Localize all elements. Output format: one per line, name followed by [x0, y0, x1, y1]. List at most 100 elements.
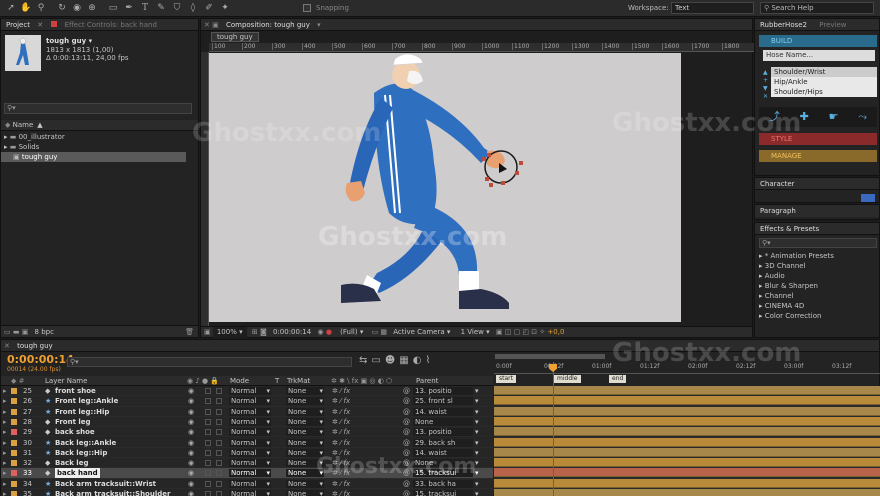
layer-duration-bar[interactable] — [494, 396, 880, 406]
lock-toggle[interactable] — [216, 460, 222, 467]
layer-duration-bar[interactable] — [494, 437, 880, 447]
trkmat-select[interactable]: None ▾ — [286, 428, 324, 437]
channel-icon[interactable]: ● — [326, 328, 334, 336]
visibility-eye-icon[interactable]: ◉ — [188, 396, 194, 406]
effects-category[interactable]: ▸ Channel — [759, 291, 877, 301]
layer-switches[interactable]: ✲ ⁄ fx — [332, 417, 350, 427]
camera-icon[interactable]: ◉ — [317, 328, 325, 336]
hand-build-icon[interactable]: ☛ — [829, 107, 839, 127]
parent-select[interactable]: 15. tracksui — [413, 490, 473, 496]
snapshot-icon[interactable]: ◙ — [260, 328, 269, 336]
solo-toggle[interactable] — [205, 429, 211, 436]
parent-select[interactable]: 29. back sh — [413, 438, 473, 447]
effects-category[interactable]: ▸ CINEMA 4D — [759, 301, 877, 311]
layer-name[interactable]: front shoe — [55, 386, 96, 396]
layer-duration-bar[interactable] — [494, 406, 880, 416]
layer-name[interactable]: Front leg::Ankle — [55, 396, 118, 406]
view-select[interactable]: 1 View ▾ — [461, 328, 490, 336]
label-color-swatch[interactable] — [11, 460, 17, 467]
selection-tool-icon[interactable]: ➚ — [4, 1, 18, 15]
pen-tool-icon[interactable]: ✒ — [122, 1, 136, 15]
layer-row[interactable]: ▸ 26 ★ Front leg::Ankle ◉ Normal ▾ None ▾ ✲ ⁄ fx @… — [1, 396, 493, 407]
comp-marker-start[interactable]: start — [496, 375, 516, 383]
pickwhip-icon[interactable]: @ — [403, 396, 410, 406]
tab-effects-presets[interactable]: Effects & Presets — [755, 223, 824, 235]
trkmat-select[interactable]: None ▾ — [286, 387, 324, 395]
visibility-eye-icon[interactable]: ◉ — [188, 438, 194, 448]
parent-select[interactable]: None — [413, 417, 473, 426]
effects-category[interactable]: ▸ * Animation Presets — [759, 251, 877, 261]
project-item[interactable]: ▸ ▬ 00_illustrator — [1, 132, 198, 142]
expand-arrow-icon[interactable]: ▸ — [3, 458, 7, 468]
lock-toggle[interactable] — [216, 388, 222, 394]
close-panel-icon[interactable]: ✕ — [204, 21, 210, 29]
visibility-eye-icon[interactable]: ◉ — [188, 386, 194, 396]
layer-row[interactable]: ▸ 27 ★ Front leg::Hip ◉ Normal ▾ None ▾ ✲ ⁄ fx @14… — [1, 406, 493, 417]
effects-category[interactable]: ▸ 3D Channel — [759, 261, 877, 271]
solo-toggle[interactable] — [205, 470, 211, 477]
mode-select[interactable]: Normal ▾ — [229, 417, 271, 426]
visibility-eye-icon[interactable]: ◉ — [188, 407, 194, 417]
trkmat-select[interactable]: None ▾ — [286, 479, 324, 488]
lock-toggle[interactable] — [216, 491, 222, 496]
expand-arrow-icon[interactable]: ▸ — [3, 468, 7, 478]
pickwhip-icon[interactable]: @ — [403, 417, 410, 427]
transparency-icon[interactable]: ▦ — [380, 328, 389, 336]
mode-select[interactable]: Normal ▾ — [229, 490, 271, 496]
hose-name-input[interactable]: Hose Name... — [763, 50, 875, 61]
project-item[interactable]: ▸ ▬ Solids — [1, 142, 198, 152]
tab-character[interactable]: Character — [755, 178, 800, 190]
tab-rubberhose[interactable]: RubberHose2 — [755, 19, 812, 31]
always-preview-icon[interactable]: ▣ — [204, 328, 213, 336]
hose-type-item[interactable]: Shoulder/Hips — [771, 87, 877, 97]
effects-category[interactable]: ▸ Color Correction — [759, 311, 877, 321]
mode-select[interactable]: Normal ▾ — [229, 407, 271, 416]
pickwhip-icon[interactable]: @ — [403, 438, 410, 448]
parent-select[interactable]: 25. front sl — [413, 397, 473, 406]
mode-header[interactable]: Mode — [230, 376, 249, 386]
eraser-tool-icon[interactable]: ◊ — [186, 1, 200, 15]
visibility-eye-icon[interactable]: ◉ — [188, 448, 194, 458]
solo-toggle[interactable] — [205, 449, 211, 456]
motion-blur-icon[interactable]: ◐ — [413, 355, 426, 366]
parent-header[interactable]: Parent — [416, 376, 438, 386]
timeline-search-input[interactable]: ⚲▾ — [67, 357, 352, 367]
layer-duration-bar[interactable] — [494, 427, 880, 437]
solo-toggle[interactable] — [205, 418, 211, 425]
layer-name[interactable]: Back leg::Ankle — [55, 438, 116, 448]
layer-duration-bar[interactable] — [494, 386, 880, 395]
effects-category[interactable]: ▸ Blur & Sharpen — [759, 281, 877, 291]
label-color-swatch[interactable] — [11, 439, 17, 446]
layer-switches[interactable]: ✲ ⁄ fx — [332, 386, 350, 396]
solo-toggle[interactable] — [205, 491, 211, 496]
add-icon[interactable]: + — [763, 77, 768, 85]
mode-select[interactable]: Normal ▾ — [229, 387, 271, 395]
pickwhip-icon[interactable]: @ — [403, 427, 410, 437]
solo-toggle[interactable] — [205, 480, 211, 487]
tab-paragraph[interactable]: Paragraph — [755, 205, 801, 217]
expand-arrow-icon[interactable]: ▸ — [3, 407, 7, 417]
zoom-tool-icon[interactable]: ⚲ — [34, 1, 48, 15]
hose-type-item[interactable]: Shoulder/Wrist — [771, 67, 877, 77]
layer-name[interactable]: back hand — [55, 468, 100, 479]
lock-toggle[interactable] — [216, 429, 222, 436]
lock-toggle[interactable] — [216, 408, 222, 415]
label-color-swatch[interactable] — [11, 491, 17, 496]
layer-duration-bar[interactable] — [494, 478, 880, 488]
layer-row[interactable]: ▸ 25 ◆ front shoe ◉ Normal ▾ None ▾ ✲ ⁄ fx @13. po… — [1, 386, 493, 397]
frame-blend-icon[interactable]: ▦ — [399, 355, 412, 366]
layer-duration-bar[interactable] — [494, 468, 880, 478]
render-icon[interactable]: ▣ ◫ ▢ ◰ ⊡ ✧ — [496, 328, 548, 336]
visibility-eye-icon[interactable]: ◉ — [188, 468, 194, 478]
visibility-eye-icon[interactable]: ◉ — [188, 417, 194, 427]
parent-select[interactable]: 33. back ha — [413, 479, 473, 488]
layer-name-header[interactable]: Layer Name — [45, 376, 87, 386]
expand-arrow-icon[interactable]: ▸ — [3, 479, 7, 489]
trkmat-select[interactable]: None ▾ — [286, 490, 324, 496]
trkmat-select[interactable]: None ▾ — [286, 438, 324, 447]
draft-3d-icon[interactable]: ▭ — [371, 355, 384, 366]
comp-menu-icon[interactable]: ▾ — [317, 21, 321, 29]
solo-toggle[interactable] — [205, 460, 211, 467]
layer-row[interactable]: ▸ 34 ★ Back arm tracksuit::Wrist ◉ Normal ▾ Non… — [1, 478, 493, 489]
mode-select[interactable]: Normal ▾ — [229, 428, 271, 437]
